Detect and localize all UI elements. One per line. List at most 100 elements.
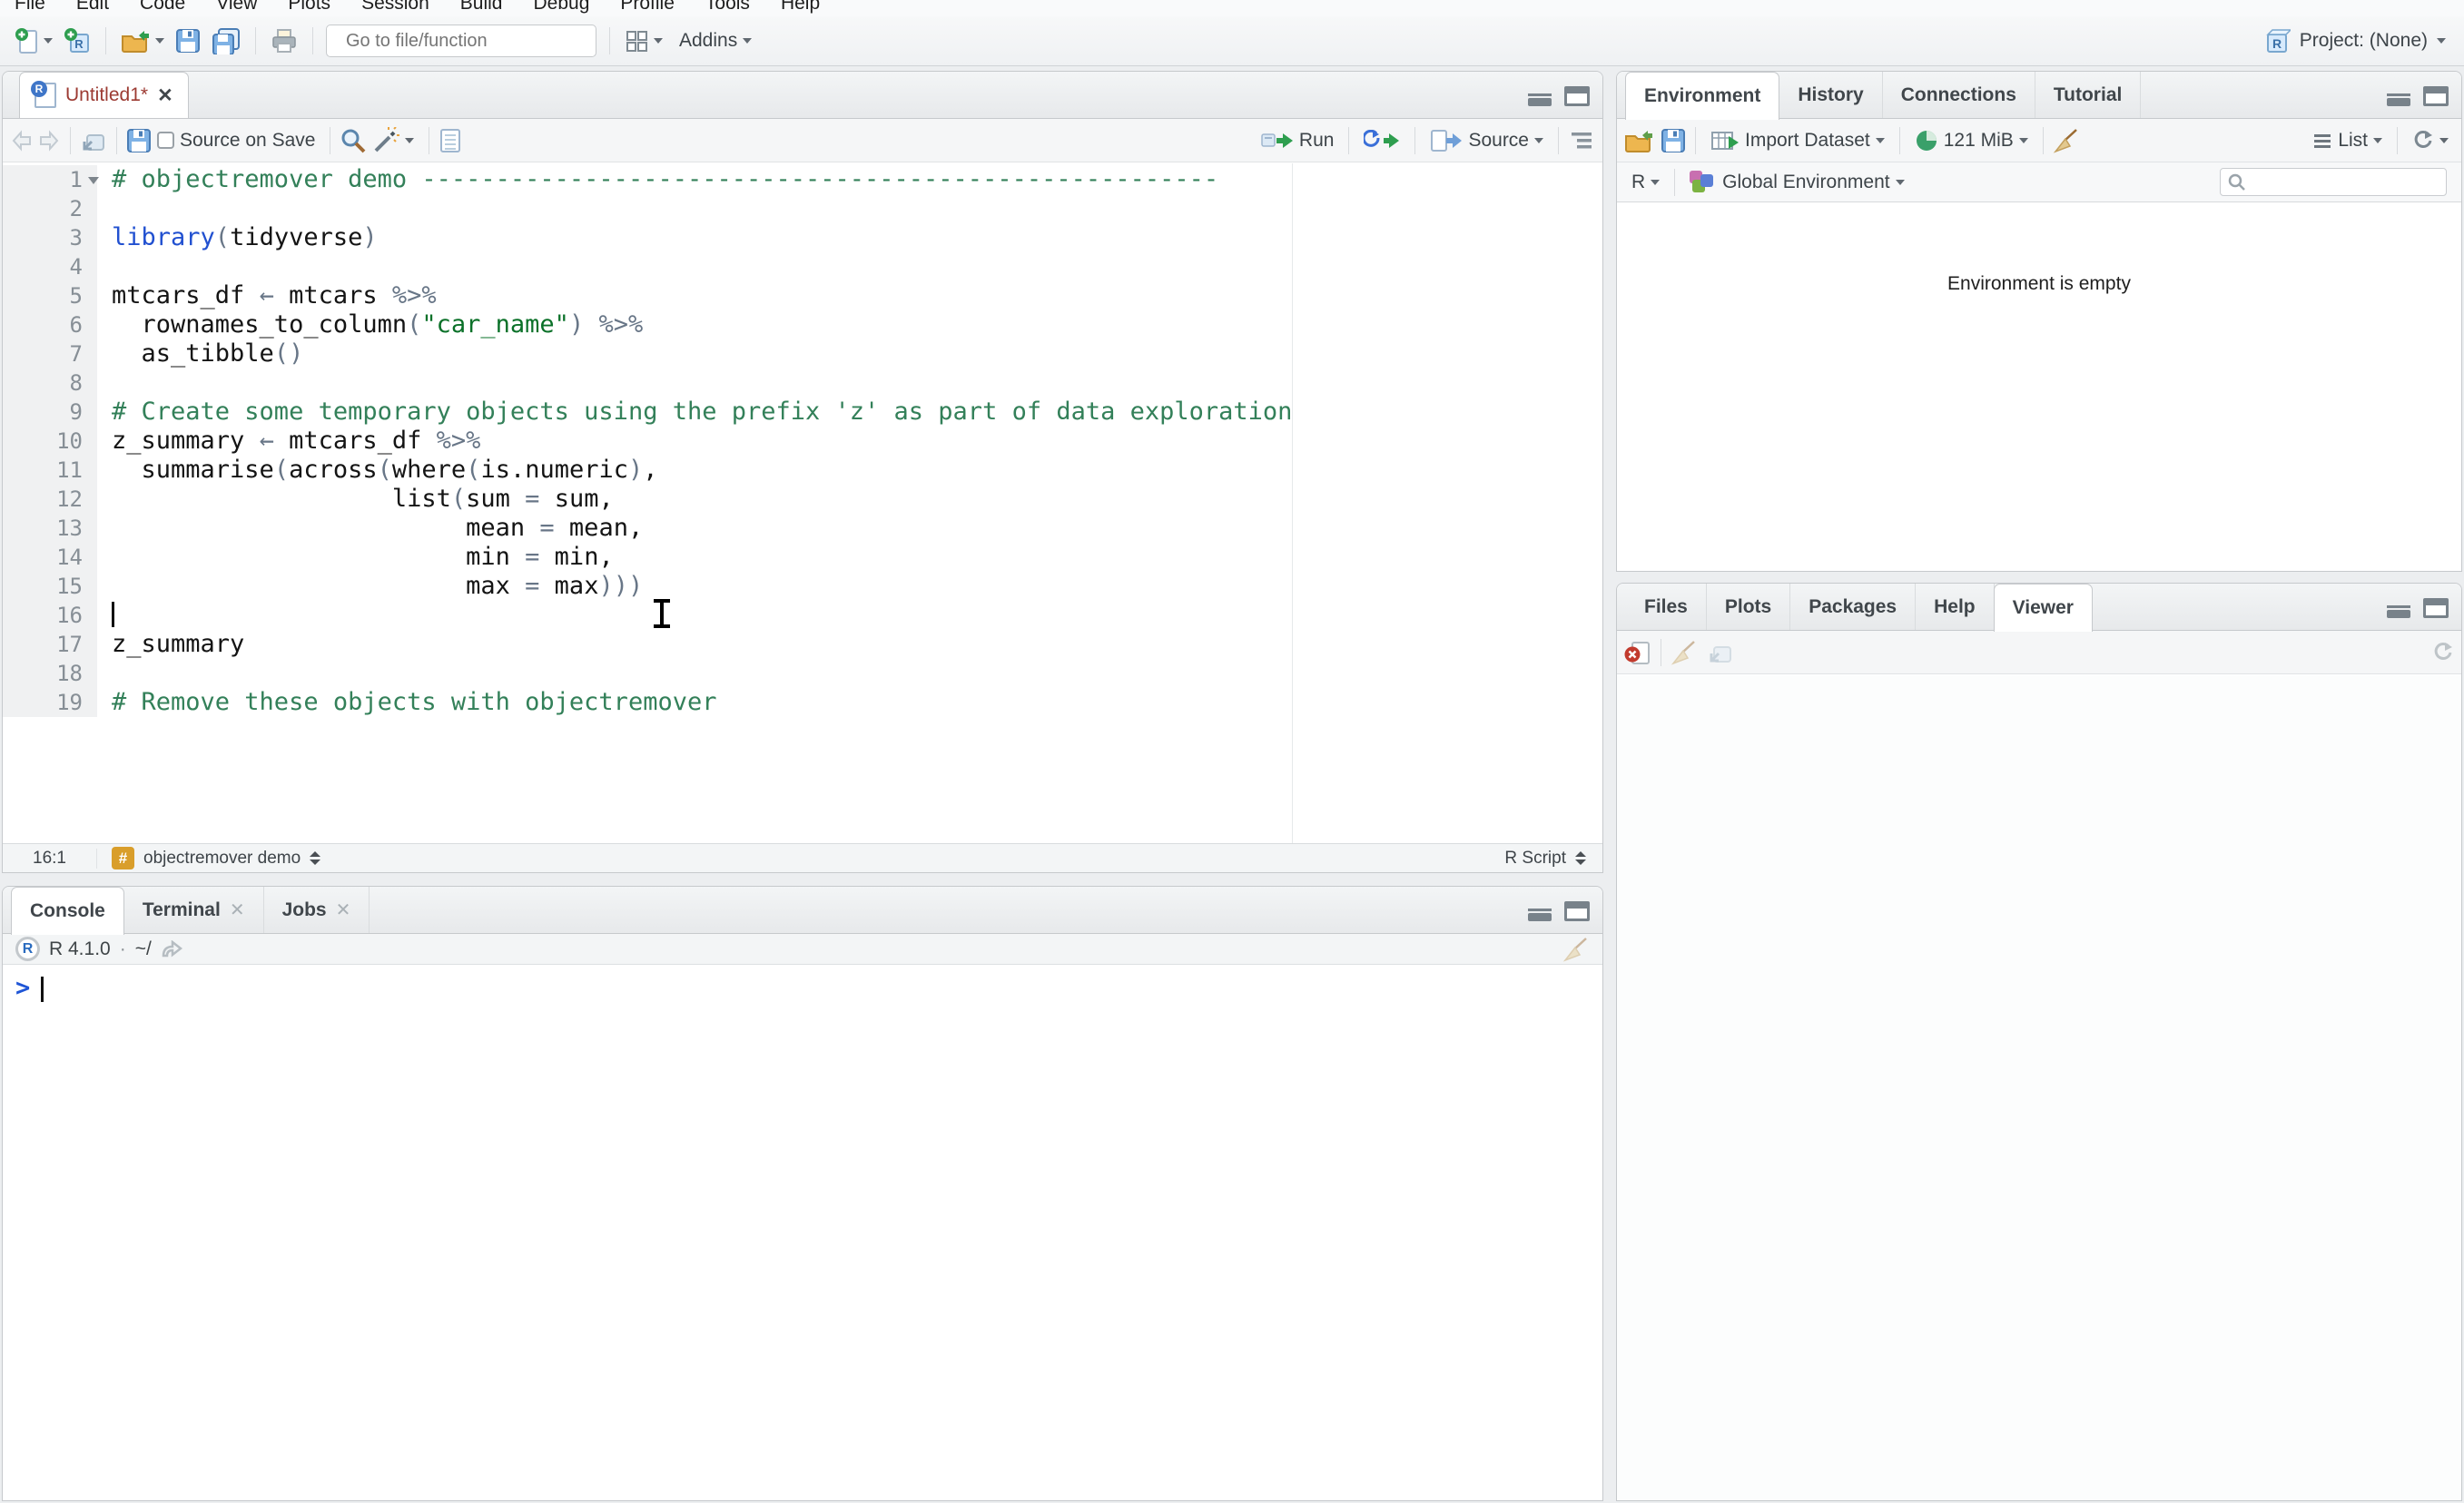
menu-code[interactable]: Code bbox=[140, 0, 185, 15]
menu-view[interactable]: View bbox=[216, 0, 257, 15]
maximize-pane-icon[interactable] bbox=[2423, 598, 2449, 618]
code-line-8[interactable]: 8 bbox=[3, 368, 1602, 398]
source-on-save-checkbox[interactable] bbox=[157, 132, 174, 149]
clear-all-viewer-broom-icon[interactable] bbox=[1671, 639, 1698, 666]
tab-close-icon[interactable]: ✕ bbox=[336, 899, 351, 921]
code-line-14[interactable]: 14 min = min, bbox=[3, 543, 1602, 572]
working-directory[interactable]: ~/ bbox=[135, 938, 152, 960]
list-view-button[interactable]: List bbox=[2307, 126, 2388, 155]
panes-layout-caret[interactable] bbox=[654, 38, 663, 44]
back-icon[interactable] bbox=[10, 129, 34, 152]
fold-arrow-icon[interactable] bbox=[88, 177, 99, 184]
console-tab-console[interactable]: Console bbox=[11, 887, 124, 935]
print-button[interactable] bbox=[265, 25, 303, 57]
console-tab-jobs[interactable]: Jobs ✕ bbox=[264, 887, 370, 933]
menu-tools[interactable]: Tools bbox=[705, 0, 750, 15]
minimize-pane-icon[interactable] bbox=[1528, 903, 1552, 921]
editor-tab-close-icon[interactable]: ✕ bbox=[157, 84, 173, 107]
code-editor[interactable]: 1 # objectremover demo ------------------… bbox=[3, 163, 1602, 843]
minimize-pane-icon[interactable] bbox=[2387, 88, 2410, 106]
editor-tab-untitled1[interactable]: Untitled1* ✕ bbox=[19, 72, 189, 118]
find-replace-icon[interactable] bbox=[340, 127, 367, 154]
scope-selector[interactable]: Global Environment bbox=[1684, 167, 1909, 198]
popout-viewer-icon[interactable] bbox=[1707, 640, 1734, 665]
file-type-selector[interactable]: R Script bbox=[1504, 849, 1602, 869]
code-line-10[interactable]: 10 z_summary ← mtcars_df %>% bbox=[3, 427, 1602, 456]
code-line-7[interactable]: 7 as_tibble() bbox=[3, 339, 1602, 368]
run-button[interactable]: Run bbox=[1256, 126, 1340, 155]
goto-file-input[interactable] bbox=[346, 30, 586, 52]
console-tab-terminal[interactable]: Terminal ✕ bbox=[124, 887, 264, 933]
environment-search-box[interactable] bbox=[2220, 168, 2447, 196]
menu-file[interactable]: File bbox=[15, 0, 45, 15]
open-file-button[interactable] bbox=[115, 25, 170, 57]
environment-tab-environment[interactable]: Environment bbox=[1625, 72, 1780, 120]
code-line-5[interactable]: 5 mtcars_df ← mtcars %>% bbox=[3, 281, 1602, 310]
menu-plots[interactable]: Plots bbox=[288, 0, 330, 15]
code-line-16[interactable]: 16 bbox=[3, 601, 1602, 630]
refresh-viewer-icon[interactable] bbox=[2432, 642, 2454, 663]
maximize-pane-icon[interactable] bbox=[1564, 86, 1590, 106]
code-tools-button[interactable] bbox=[367, 123, 419, 158]
environment-tab-tutorial[interactable]: Tutorial bbox=[2035, 72, 2142, 118]
menu-debug[interactable]: Debug bbox=[533, 0, 589, 15]
code-line-15[interactable]: 15 max = max))) bbox=[3, 572, 1602, 601]
document-outline-icon[interactable] bbox=[1568, 130, 1595, 152]
section-navigator-arrows-icon[interactable] bbox=[310, 851, 321, 865]
code-line-2[interactable]: 2 bbox=[3, 194, 1602, 223]
addins-button[interactable]: Addins bbox=[674, 26, 757, 55]
source-on-save-toggle[interactable]: Source on Save bbox=[152, 126, 320, 155]
code-line-17[interactable]: 17 z_summary bbox=[3, 630, 1602, 659]
source-button[interactable]: Source bbox=[1424, 125, 1549, 156]
clear-viewer-icon[interactable] bbox=[1624, 640, 1651, 665]
new-file-caret[interactable] bbox=[44, 38, 53, 44]
code-line-1[interactable]: 1 # objectremover demo ------------------… bbox=[3, 165, 1602, 194]
code-line-9[interactable]: 9 # Create some temporary objects using t… bbox=[3, 398, 1602, 427]
menu-session[interactable]: Session bbox=[361, 0, 429, 15]
code-line-19[interactable]: 19 # Remove these objects with objectremo… bbox=[3, 688, 1602, 717]
save-icon[interactable] bbox=[126, 128, 152, 153]
save-button[interactable] bbox=[170, 25, 206, 57]
environment-tab-connections[interactable]: Connections bbox=[1883, 72, 2035, 118]
new-project-button[interactable]: R bbox=[58, 24, 96, 58]
code-line-13[interactable]: 13 mean = mean, bbox=[3, 514, 1602, 543]
project-menu[interactable]: R Project: (None) bbox=[2263, 27, 2455, 54]
save-workspace-icon[interactable] bbox=[1661, 128, 1686, 153]
menu-build[interactable]: Build bbox=[460, 0, 503, 15]
viewer-tab-packages[interactable]: Packages bbox=[1790, 584, 1917, 630]
environment-tab-history[interactable]: History bbox=[1779, 72, 1883, 118]
maximize-pane-icon[interactable] bbox=[2423, 86, 2449, 106]
viewer-tab-files[interactable]: Files bbox=[1626, 584, 1707, 630]
console-input-area[interactable]: > bbox=[3, 965, 1602, 1002]
viewer-tab-plots[interactable]: Plots bbox=[1707, 584, 1791, 630]
load-workspace-icon[interactable] bbox=[1624, 128, 1653, 153]
viewer-tab-help[interactable]: Help bbox=[1916, 584, 1995, 630]
memory-usage-button[interactable]: 121 MiB bbox=[1909, 125, 2034, 156]
minimize-pane-icon[interactable] bbox=[1528, 88, 1552, 106]
viewer-tab-viewer[interactable]: Viewer bbox=[1993, 584, 2093, 632]
menu-edit[interactable]: Edit bbox=[76, 0, 109, 15]
language-selector[interactable]: R bbox=[1626, 168, 1665, 197]
open-in-files-icon[interactable] bbox=[161, 939, 182, 958]
open-file-caret[interactable] bbox=[155, 38, 164, 44]
section-navigator[interactable]: objectremover demo bbox=[143, 849, 301, 869]
goto-file-search[interactable] bbox=[326, 25, 596, 57]
rerun-button[interactable] bbox=[1358, 126, 1405, 155]
import-dataset-button[interactable]: Import Dataset bbox=[1705, 125, 1890, 156]
forward-icon[interactable] bbox=[37, 129, 61, 152]
menu-help[interactable]: Help bbox=[781, 0, 820, 15]
refresh-environment-button[interactable] bbox=[2407, 126, 2454, 155]
maximize-pane-icon[interactable] bbox=[1564, 901, 1590, 921]
code-line-18[interactable]: 18 bbox=[3, 659, 1602, 688]
code-line-4[interactable]: 4 bbox=[3, 252, 1602, 281]
clear-environment-broom-icon[interactable] bbox=[2053, 127, 2080, 154]
clear-console-broom-icon[interactable] bbox=[1562, 936, 1590, 963]
code-line-3[interactable]: 3 library(tidyverse) bbox=[3, 223, 1602, 252]
tab-close-icon[interactable]: ✕ bbox=[230, 899, 245, 921]
new-file-button[interactable] bbox=[9, 24, 58, 58]
popout-window-icon[interactable] bbox=[80, 128, 107, 153]
code-line-11[interactable]: 11 summarise(across(where(is.numeric), bbox=[3, 456, 1602, 485]
source-caret[interactable] bbox=[1534, 137, 1543, 143]
panes-layout-button[interactable] bbox=[619, 25, 668, 56]
minimize-pane-icon[interactable] bbox=[2387, 600, 2410, 618]
